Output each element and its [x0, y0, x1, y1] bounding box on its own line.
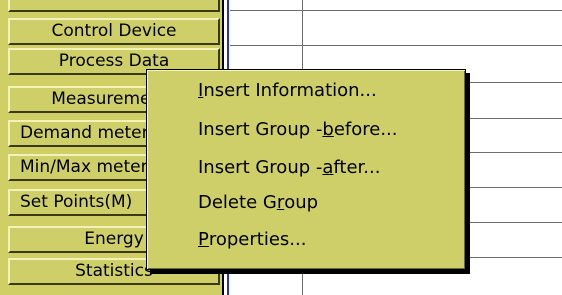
menu-item-label-pre: Insert Group -	[198, 118, 323, 140]
menu-item-label-post: efore...	[333, 118, 398, 140]
menu-item-label-post: nsert Information...	[203, 79, 377, 101]
sidebar-item-label: Demand meter	[20, 123, 149, 143]
menu-item-mnemonic: r	[276, 191, 285, 213]
context-menu: Insert Information... Insert Group - b ef…	[146, 69, 466, 270]
menu-item-label-post: fter...	[333, 156, 381, 178]
grid-row-line	[230, 45, 562, 46]
sidebar-item-label: Statistics	[75, 261, 153, 281]
menu-item-mnemonic: P	[198, 228, 209, 250]
sidebar-item-label: Min/Max meter	[20, 157, 148, 177]
sidebar-top-item-partial[interactable]	[8, 0, 220, 12]
sidebar-item-label: Control Device	[51, 21, 177, 41]
menu-item-insert-information[interactable]: Insert Information...	[198, 76, 377, 104]
sidebar-item-label: Energy	[84, 229, 144, 249]
menu-item-label-post: oup	[284, 191, 319, 213]
menu-item-label-post: roperties...	[208, 228, 307, 250]
menu-item-mnemonic: a	[322, 156, 334, 178]
menu-item-label-pre: Insert Group -	[198, 156, 323, 178]
menu-item-insert-group-before[interactable]: Insert Group - b efore...	[198, 115, 397, 143]
sidebar-item-label: Set Points(M)	[20, 192, 133, 212]
sidebar-item-control-device[interactable]: Control Device	[8, 18, 220, 45]
menu-item-insert-group-after[interactable]: Insert Group - a fter...	[198, 153, 380, 181]
menu-item-delete-group[interactable]: Delete Gr oup	[198, 188, 318, 216]
menu-item-mnemonic: b	[322, 118, 334, 140]
sidebar-item-label: Process Data	[58, 51, 170, 71]
menu-item-label-pre: Delete G	[198, 191, 277, 213]
menu-item-properties[interactable]: Properties...	[198, 225, 306, 253]
grid-row-line	[230, 10, 562, 11]
